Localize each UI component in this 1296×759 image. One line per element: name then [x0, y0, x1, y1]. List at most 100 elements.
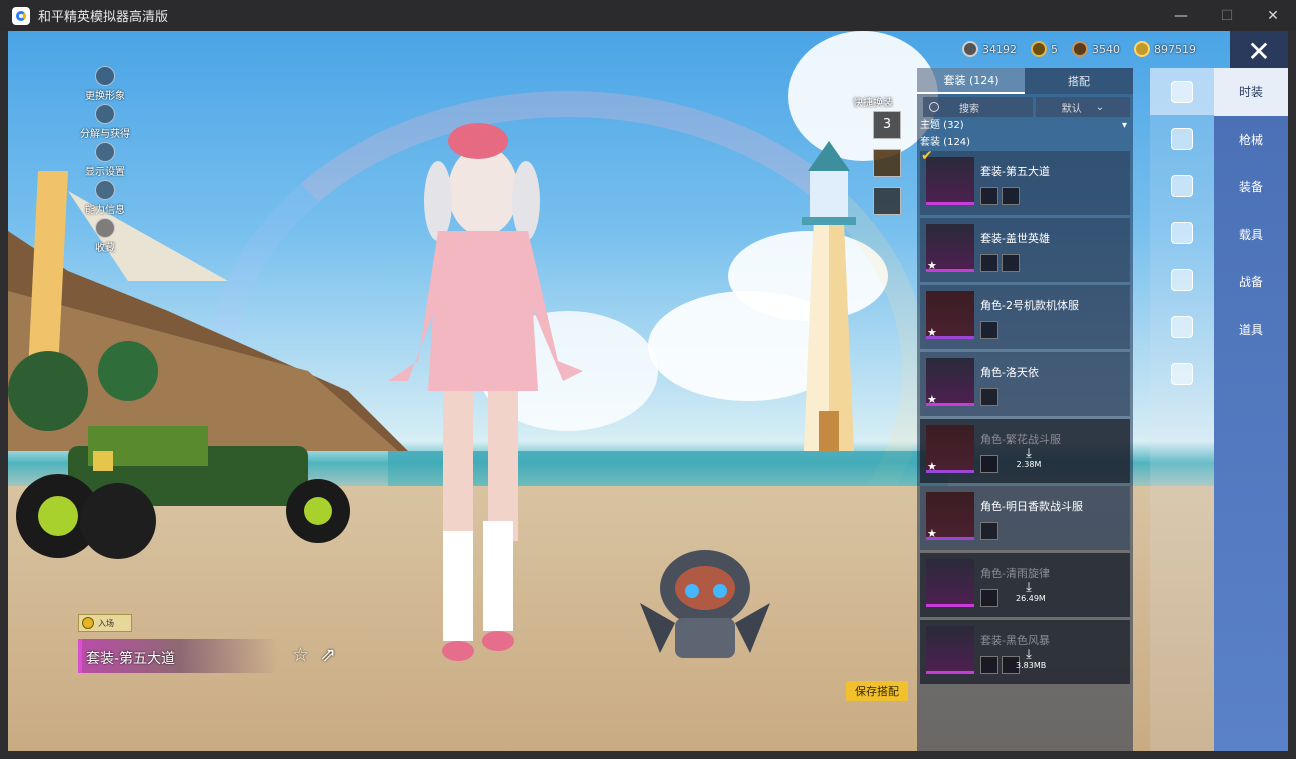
quick-swap-slot-3[interactable] [873, 187, 901, 215]
star-icon: ★ [927, 460, 937, 473]
star-icon: ★ [927, 259, 937, 272]
eye-icon [95, 142, 115, 162]
list-item[interactable]: ★ 角色-明日香款战斗服 [920, 486, 1130, 550]
part-thumbnail [980, 522, 998, 540]
subcat-shirt[interactable] [1150, 256, 1214, 303]
gold-badge-icon [1031, 41, 1047, 57]
tab-outfits[interactable]: 套装 (124) [917, 68, 1025, 94]
subcategory-icon-column [1150, 68, 1214, 751]
dismantle-button[interactable]: 分解与获得 [70, 104, 140, 142]
badge-icon [95, 218, 115, 238]
gold-coin-icon [1134, 41, 1150, 57]
download-icon[interactable]: ⤓ 26.49M [1016, 581, 1046, 603]
list-item[interactable]: ★ 套装-盖世英雄 [920, 218, 1130, 282]
list-item[interactable]: 套装-黑色风暴 ⤓ 3.83MB [920, 620, 1130, 684]
category-gear[interactable]: 战备 [1214, 258, 1288, 306]
buggy-vehicle [16, 426, 350, 559]
game-viewport: 更换形象 分解与获得 显示设置 能力信息 收藏 34192 5 3540 897… [8, 31, 1288, 751]
theme-filter[interactable]: 主题 (32) ▾ [920, 117, 1133, 134]
hand-icon [95, 180, 115, 200]
star-icon: ★ [927, 527, 937, 540]
mask-icon [1171, 221, 1193, 244]
bronze-coin-icon [1072, 41, 1088, 57]
favorite-star-icon[interactable]: ☆ [292, 644, 314, 666]
app-window: 和平精英模拟器高清版 — ☐ ✕ 更换形象 分解与获得 显示设置 能力信息 收藏… [0, 0, 1296, 759]
outfit-thumbnail [926, 626, 974, 674]
part-thumbnail [1002, 187, 1020, 205]
download-icon[interactable]: ⤓ 3.83MB [1016, 648, 1046, 670]
part-thumbnail [980, 321, 998, 339]
list-item[interactable]: ★ 角色-繁花战斗服 ⤓ 2.38M [920, 419, 1130, 483]
currency-bronze: 3540 [1072, 41, 1120, 57]
part-thumbnail [980, 656, 998, 674]
selected-check-icon: ✔ [921, 148, 933, 164]
part-thumbnail [980, 455, 998, 473]
smiley-icon [82, 617, 94, 629]
app-logo-icon [12, 6, 30, 25]
player-character [388, 123, 583, 661]
change-avatar-button[interactable]: 更换形象 [70, 66, 140, 104]
chevron-down-icon: ⌄ [1095, 101, 1105, 113]
shirt-icon [1171, 268, 1193, 291]
close-window-button[interactable]: ✕ [1250, 0, 1296, 31]
star-icon: ★ [927, 393, 937, 406]
subcat-shoes[interactable] [1150, 350, 1214, 397]
list-item[interactable]: ✔ 套装-第五大道 [920, 148, 1130, 215]
category-fashion[interactable]: 时装 [1214, 68, 1288, 116]
dismantle-icon [95, 104, 115, 124]
person-icon [95, 66, 115, 86]
pants-icon [1171, 315, 1193, 338]
character-icon [1171, 127, 1193, 150]
search-input[interactable]: 搜索 [923, 97, 1033, 117]
search-icon [929, 102, 939, 112]
download-icon[interactable]: ⤓ 2.38M [1016, 447, 1042, 469]
currency-badge: 5 [1031, 41, 1058, 57]
subcat-outfit[interactable] [1150, 68, 1214, 115]
quick-swap-slot-1[interactable]: 3 [873, 111, 901, 139]
part-thumbnail [980, 254, 998, 272]
collection-button[interactable]: 收藏 [70, 218, 140, 256]
part-thumbnail [980, 187, 998, 205]
shoes-icon [1171, 362, 1193, 385]
left-menu: 更换形象 分解与获得 显示设置 能力信息 收藏 [70, 66, 140, 256]
dropdown-arrow-icon: ▾ [1121, 120, 1127, 131]
window-title: 和平精英模拟器高清版 [38, 10, 169, 25]
category-weapons[interactable]: 枪械 [1214, 116, 1288, 164]
category-column: 时装 枪械 装备 载具 战备 道具 [1214, 68, 1288, 751]
part-thumbnail [980, 388, 998, 406]
ability-info-button[interactable]: 能力信息 [70, 180, 140, 218]
robot-pet [640, 550, 770, 658]
currency-bar: 34192 5 3540 897519 [962, 41, 1196, 57]
quick-swap-label: 快捷换装 [853, 98, 893, 109]
quick-swap-slot-2[interactable] [873, 149, 901, 177]
maximize-button[interactable]: ☐ [1204, 0, 1250, 31]
minimize-button[interactable]: — [1158, 0, 1204, 31]
list-item[interactable]: ★ 角色-2号机款机体服 [920, 285, 1130, 349]
share-icon[interactable]: ⇗ [320, 644, 342, 666]
display-settings-button[interactable]: 显示设置 [70, 142, 140, 180]
outfit-panel: 套装 (124) 搭配 搜索 默认 ⌄ 主题 (32) ▾ 套装 (124) ✔ 套… [917, 68, 1133, 751]
outfit-thumbnail [926, 157, 974, 205]
tab-combos[interactable]: 搭配 [1025, 68, 1133, 94]
outfit-thumbnail [926, 559, 974, 607]
outfit-icon [1171, 80, 1193, 103]
group-label: 套装 (124) [920, 137, 971, 148]
subcat-goggles[interactable] [1150, 162, 1214, 209]
list-item[interactable]: 角色-清雨旋律 ⤓ 26.49M [920, 553, 1130, 617]
save-outfit-button[interactable]: 保存搭配 [846, 681, 908, 701]
category-items[interactable]: 道具 [1214, 306, 1288, 354]
part-thumbnail [1002, 254, 1020, 272]
sort-dropdown[interactable]: 默认 ⌄ [1036, 97, 1130, 117]
currency-silver: 34192 [962, 41, 1017, 57]
close-icon[interactable]: ✕ [1230, 31, 1288, 71]
category-equipment[interactable]: 装备 [1214, 163, 1288, 211]
title-bar: 和平精英模拟器高清版 — ☐ ✕ [0, 0, 1296, 31]
part-thumbnail [980, 589, 998, 607]
subcat-pants[interactable] [1150, 303, 1214, 350]
current-outfit-name: 套装-第五大道 [86, 651, 176, 667]
currency-gold: 897519 [1134, 41, 1196, 57]
category-vehicles[interactable]: 载具 [1214, 211, 1288, 259]
subcat-mask[interactable] [1150, 209, 1214, 256]
list-item[interactable]: ★ 角色-洛天依 [920, 352, 1130, 416]
subcat-character[interactable] [1150, 115, 1214, 162]
